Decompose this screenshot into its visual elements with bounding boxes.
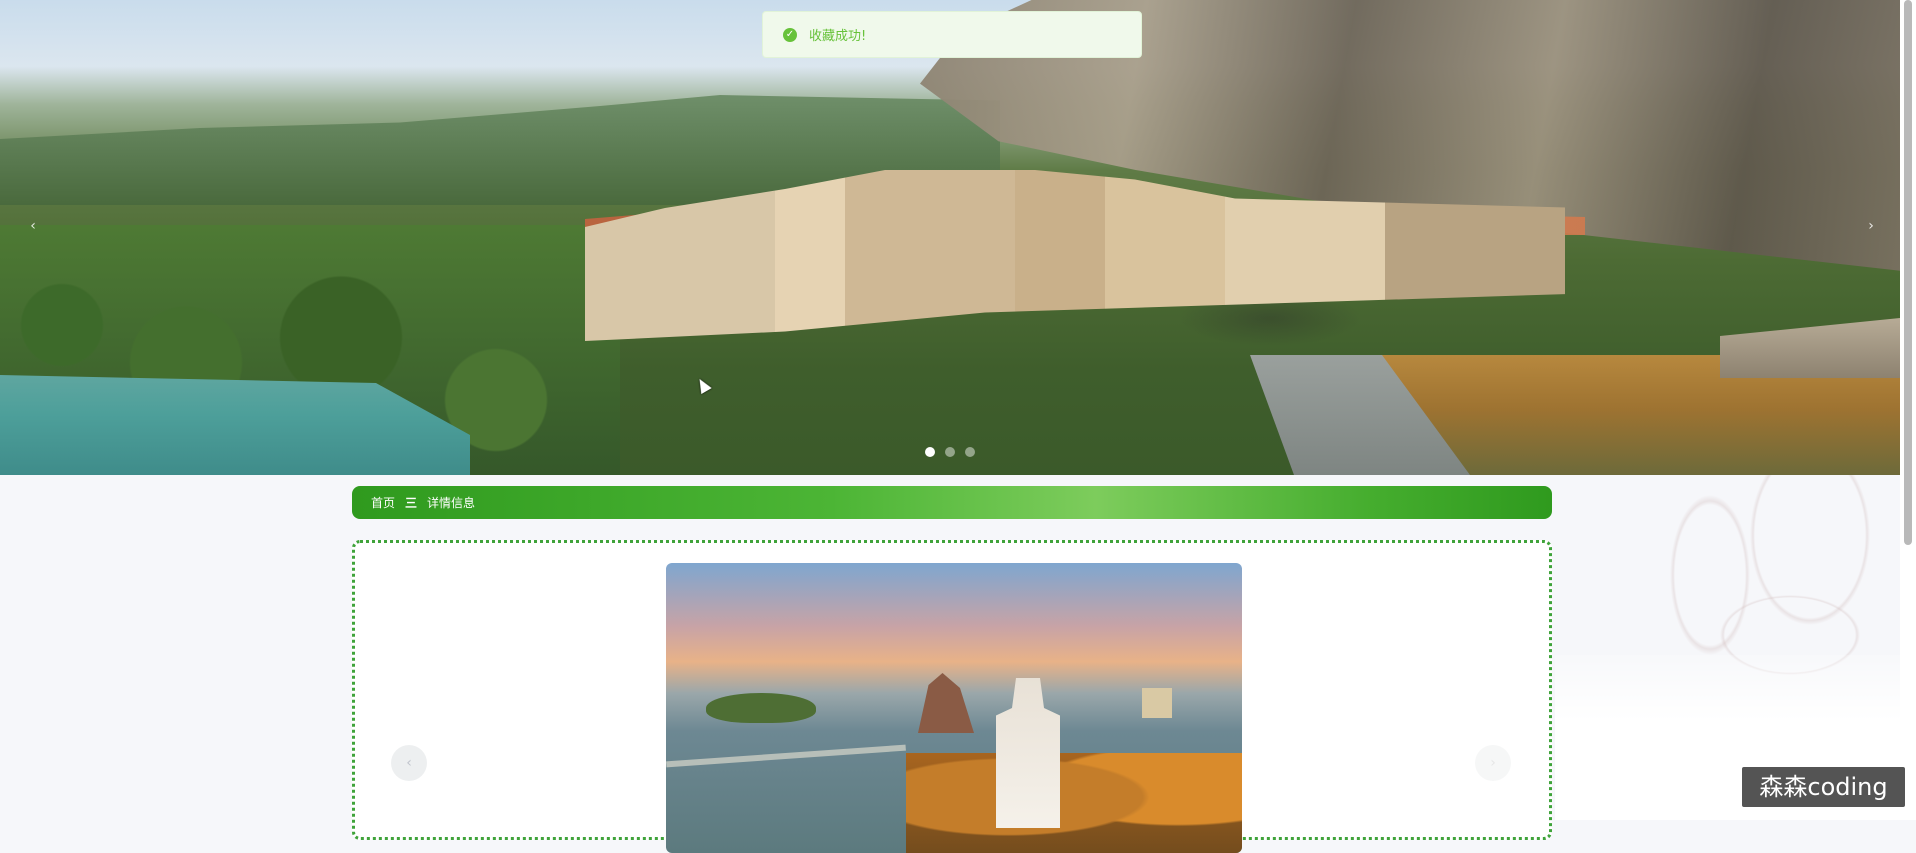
image-arch [1142,688,1172,718]
image-island [706,693,816,723]
hero-dot-3[interactable] [965,447,975,457]
hero-prev-arrow-icon[interactable]: ‹ [22,215,44,237]
hero-indicator-dots [925,447,975,457]
detail-next-button[interactable]: › [1475,745,1511,781]
breadcrumb: 首页 三 详情信息 [352,486,1552,519]
detail-panel: ‹ › [352,540,1552,853]
detail-prev-button[interactable]: ‹ [391,745,427,781]
watermark-label: 森森coding [1742,767,1905,807]
image-church [996,678,1060,828]
hero-dot-2[interactable] [945,447,955,457]
hero-banner-carousel[interactable]: ‹ › [0,0,1900,475]
success-toast: ✓ 收藏成功! [762,11,1142,58]
breadcrumb-separator: 三 [405,496,418,510]
breadcrumb-home-link[interactable]: 首页 [371,494,395,511]
toast-message: 收藏成功! [809,29,867,44]
detail-carousel-image[interactable] [666,563,1242,853]
image-forest [906,753,1242,853]
hero-bridge [1720,318,1900,378]
hero-dot-1[interactable] [925,447,935,457]
breadcrumb-current: 详情信息 [427,496,476,510]
image-walkway [666,744,906,768]
hero-next-arrow-icon[interactable]: › [1860,215,1882,237]
scrollbar-thumb[interactable] [1904,0,1912,545]
image-rock [918,673,974,733]
page-scrollbar[interactable] [1900,0,1916,820]
check-circle-icon: ✓ [783,27,797,42]
